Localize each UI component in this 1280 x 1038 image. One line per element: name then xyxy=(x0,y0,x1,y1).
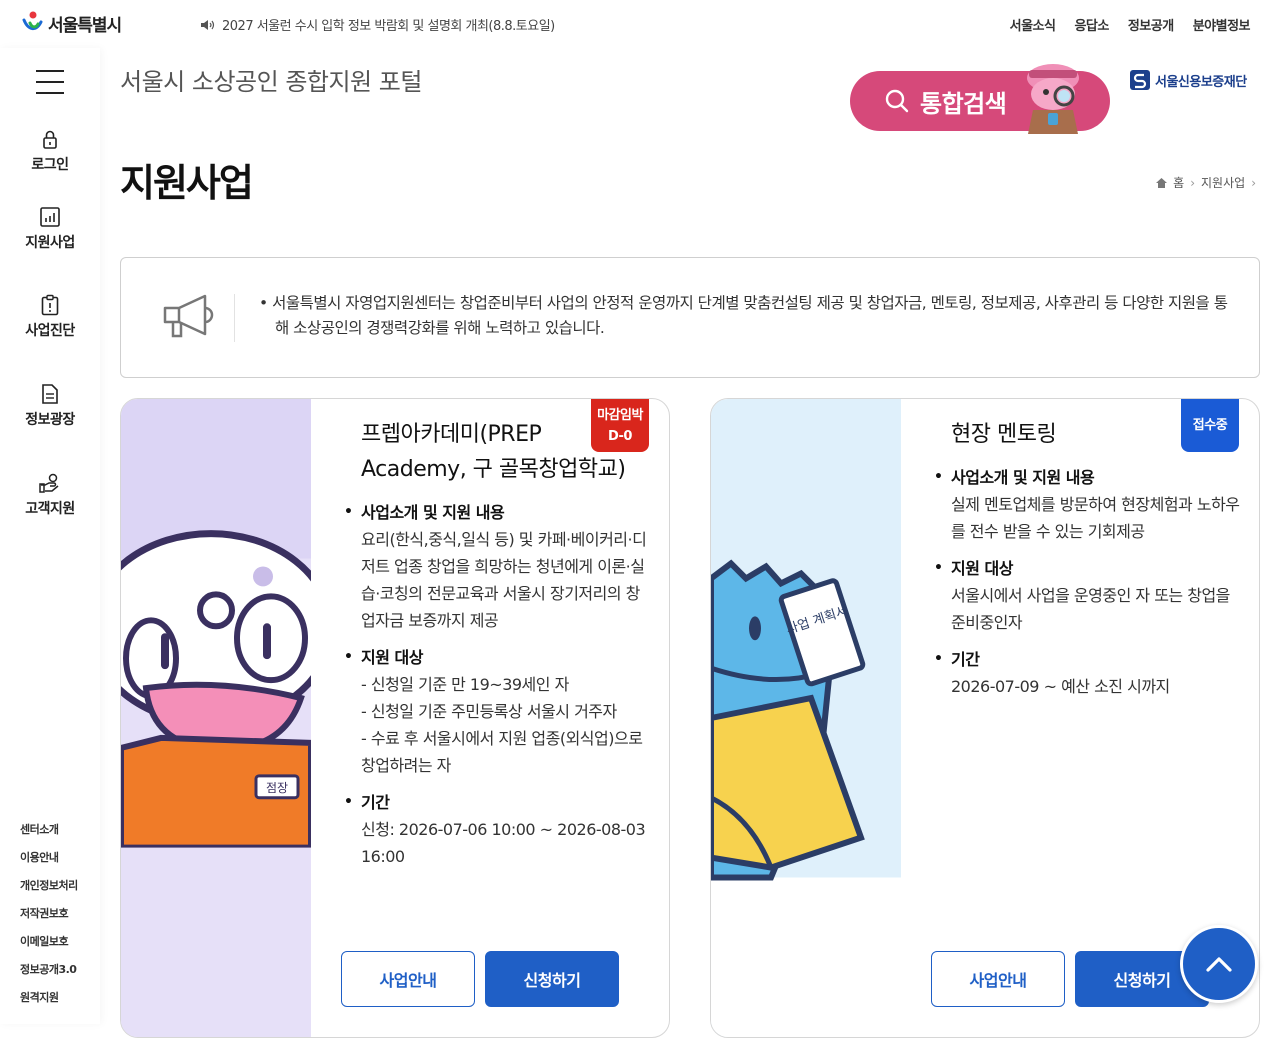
notice-box: • 서울특별시 자영업지원센터는 창업준비부터 사업의 안정적 운영까지 단계별… xyxy=(120,257,1260,378)
section-text-line: - 신청일 기준 주민등록상 서울시 거주자 xyxy=(361,702,617,721)
seoul-logo[interactable]: 서울특별시 xyxy=(20,10,122,36)
breadcrumb-current[interactable]: 지원사업 xyxy=(1201,174,1245,191)
section-text: 요리(한식,중식,일식 등) 및 카페·베이커리·디저트 업종 창업을 희망하는… xyxy=(361,530,647,630)
top-bar: 서울특별시 2027 서울런 수시 입학 정보 박람회 및 설명회 개최(8.8… xyxy=(0,0,1280,48)
section-heading: 기간 xyxy=(344,789,651,816)
top-notice-text: 2027 서울런 수시 입학 정보 박람회 및 설명회 개최(8.8.토요일) xyxy=(222,19,555,34)
handshake-icon xyxy=(39,473,59,493)
dinosaur-mascot-image: 사업 계획서 xyxy=(711,399,901,1037)
site-title[interactable]: 서울시 소상공인 종합지원 포털 xyxy=(120,62,422,97)
notice-divider xyxy=(234,294,235,342)
search-label: 통합검색 xyxy=(920,89,1007,118)
chevron-up-icon xyxy=(1206,957,1232,972)
section-text: 신청: 2026-07-06 10:00 ~ 2026-08-03 16:00 xyxy=(361,820,646,866)
sidebar-item-customer-support[interactable]: 고객지원 xyxy=(0,472,100,518)
section-text: 서울시에서 사업을 운영중인 자 또는 창업을 준비중인자 xyxy=(951,586,1230,632)
footer-link-email-protection[interactable]: 이메일보호 xyxy=(20,928,78,956)
sidebar-item-label: 고객지원 xyxy=(25,501,75,517)
chart-icon xyxy=(40,207,60,227)
apply-button[interactable]: 신청하기 xyxy=(485,951,619,1007)
sidebar: 로그인 지원사업 사업진단 정보광장 고객지원 센터소개 이용안내 개인정보처리… xyxy=(0,48,100,1024)
chevron-right-icon: › xyxy=(1251,175,1256,190)
megaphone-icon xyxy=(163,294,214,338)
sidebar-item-label: 사업진단 xyxy=(25,323,75,339)
hamburger-menu-icon[interactable] xyxy=(36,68,64,96)
section-text: 실제 멘토업체를 방문하여 현장체험과 노하우를 전수 받을 수 있는 기회제공 xyxy=(951,495,1240,541)
footer-link-privacy[interactable]: 개인정보처리 xyxy=(20,872,78,900)
footer-link-remote-support[interactable]: 원격지원 xyxy=(20,984,78,1012)
clipboard-icon xyxy=(41,294,59,316)
seoul-credit-guarantee-logo[interactable]: 서울신용보증재단 xyxy=(1130,70,1247,90)
lock-icon xyxy=(43,130,57,149)
program-info-button[interactable]: 사업안내 xyxy=(341,951,475,1007)
detective-mascot-image xyxy=(1027,64,1079,134)
sidebar-item-label: 지원사업 xyxy=(25,235,75,251)
program-info-button[interactable]: 사업안내 xyxy=(931,951,1065,1007)
section-heading: 기간 xyxy=(934,646,1241,673)
program-card[interactable]: 사업 계획서 접수중 현장 멘토링 사업소개 및 지원 내용 실제 멘토업체를 … xyxy=(710,398,1260,1038)
footer-links: 센터소개 이용안내 개인정보처리 저작권보호 이메일보호 정보공개3.0 원격지… xyxy=(20,816,78,1012)
link-field-info[interactable]: 분야별정보 xyxy=(1193,15,1251,34)
sinbo-logo-text: 서울신용보증재단 xyxy=(1155,74,1247,90)
sidebar-item-login[interactable]: 로그인 xyxy=(0,128,100,174)
section-heading: 지원 대상 xyxy=(344,644,651,671)
home-icon xyxy=(1156,177,1168,188)
section-heading: 사업소개 및 지원 내용 xyxy=(344,499,651,526)
sinbo-logo-icon xyxy=(1130,70,1150,90)
section-heading: 사업소개 및 지원 내용 xyxy=(934,464,1241,491)
speaker-icon xyxy=(201,19,215,30)
card-section-target: 지원 대상 - 신청일 기준 만 19~39세인 자 - 신청일 기준 주민등록… xyxy=(344,644,651,779)
footer-link-copyright[interactable]: 저작권보호 xyxy=(20,900,78,928)
section-text-line: - 수료 후 서울시에서 지원 업종(외식업)으로 창업하려는 자 xyxy=(361,729,643,775)
card-section-intro: 사업소개 및 지원 내용 실제 멘토업체를 방문하여 현장체험과 노하우를 전수… xyxy=(934,464,1241,545)
footer-link-gov30[interactable]: 정보공개3.0 xyxy=(20,956,78,984)
card-section-period: 기간 신청: 2026-07-06 10:00 ~ 2026-08-03 16:… xyxy=(344,789,651,870)
breadcrumb: 홈 › 지원사업 › xyxy=(1156,174,1256,191)
logo-text: 서울특별시 xyxy=(48,15,122,36)
card-body: 프렙아카데미(PREP Academy, 구 골목창업학교) 사업소개 및 지원… xyxy=(344,417,651,880)
link-eungdapso[interactable]: 응답소 xyxy=(1074,15,1109,34)
card-section-intro: 사업소개 및 지원 내용 요리(한식,중식,일식 등) 및 카페·베이커리·디저… xyxy=(344,499,651,634)
section-text-line: - 신청일 기준 만 19~39세인 자 xyxy=(361,675,569,694)
chevron-right-icon: › xyxy=(1190,175,1196,190)
document-icon xyxy=(42,384,58,404)
footer-link-usage-guide[interactable]: 이용안내 xyxy=(20,844,78,872)
link-info-disclosure[interactable]: 정보공개 xyxy=(1128,15,1174,34)
sidebar-item-label: 정보광장 xyxy=(25,412,75,428)
top-notice[interactable]: 2027 서울런 수시 입학 정보 박람회 및 설명회 개최(8.8.토요일) xyxy=(200,15,555,34)
section-text: 2026-07-09 ~ 예산 소진 시까지 xyxy=(951,677,1170,696)
card-body: 현장 멘토링 사업소개 및 지원 내용 실제 멘토업체를 방문하여 현장체험과 … xyxy=(934,417,1241,710)
card-section-target: 지원 대상 서울시에서 사업을 운영중인 자 또는 창업을 준비중인자 xyxy=(934,555,1241,636)
seoul-logo-icon xyxy=(22,11,43,30)
link-seoul-news[interactable]: 서울소식 xyxy=(1010,15,1056,34)
section-heading: 지원 대상 xyxy=(934,555,1241,582)
sidebar-item-info-plaza[interactable]: 정보광장 xyxy=(0,383,100,429)
card-title[interactable]: 현장 멘토링 xyxy=(951,417,1241,452)
footer-link-center-intro[interactable]: 센터소개 xyxy=(20,816,78,844)
program-card[interactable]: 점장 마감임박 D-0 프렙아카데미(PREP Academy, 구 골목창업학… xyxy=(120,398,670,1038)
breadcrumb-home[interactable]: 홈 xyxy=(1173,174,1184,191)
sidebar-item-support[interactable]: 지원사업 xyxy=(0,206,100,252)
sidebar-item-label: 로그인 xyxy=(31,157,69,173)
search-icon xyxy=(885,89,909,113)
page-title: 지원사업 xyxy=(120,161,254,205)
mascot-name-tag: 점장 xyxy=(266,781,288,795)
card-section-period: 기간 2026-07-09 ~ 예산 소진 시까지 xyxy=(934,646,1241,700)
scroll-to-top-button[interactable] xyxy=(1180,925,1258,1003)
top-links: 서울소식 응답소 정보공개 분야별정보 xyxy=(1010,15,1251,34)
sidebar-item-diagnosis[interactable]: 사업진단 xyxy=(0,294,100,340)
card-title[interactable]: 프렙아카데미(PREP Academy, 구 골목창업학교) xyxy=(361,417,651,487)
notice-text: • 서울특별시 자영업지원센터는 창업준비부터 사업의 안정적 운영까지 단계별… xyxy=(259,294,1228,337)
chef-mascot-image: 점장 xyxy=(121,399,311,1037)
